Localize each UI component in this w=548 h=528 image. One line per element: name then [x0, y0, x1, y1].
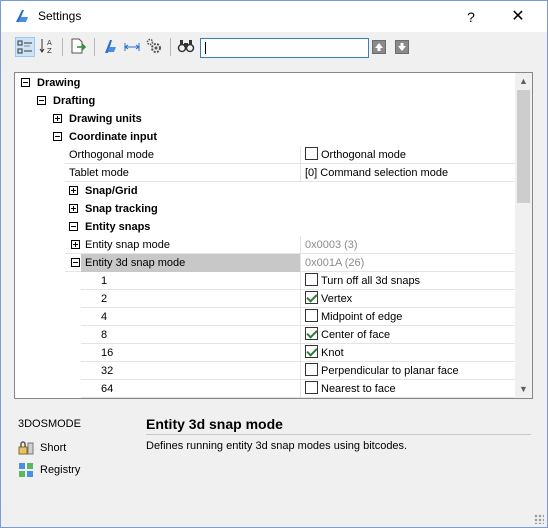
collapse-icon[interactable]	[37, 96, 46, 105]
bit-checkbox-field[interactable]: Turn off all 3d snaps	[305, 272, 420, 290]
bit-value: 4	[101, 311, 108, 323]
alphabetic-view-icon[interactable]: AZ	[38, 37, 58, 57]
bit-label: Nearest to face	[321, 383, 396, 395]
property-orthogonal-mode[interactable]: Orthogonal mode Orthogonal mode	[65, 146, 515, 164]
unchecked-checkbox[interactable]	[305, 381, 318, 394]
search-input[interactable]	[200, 38, 369, 58]
collapse-icon[interactable]	[69, 222, 78, 231]
checked-checkbox[interactable]	[305, 327, 318, 340]
bit-label: Turn off all 3d snaps	[321, 275, 421, 287]
svg-text:Z: Z	[47, 47, 52, 55]
bit-label: Vertex	[321, 293, 353, 305]
bit-label: Knot	[321, 347, 344, 359]
expand-icon[interactable]	[71, 240, 80, 249]
bit-label: Perpendicular to planar face	[321, 365, 459, 377]
unchecked-checkbox[interactable]	[305, 363, 318, 376]
bit-row[interactable]: 8 Center of face	[81, 326, 515, 344]
settings-gear-icon[interactable]	[145, 37, 165, 57]
bit-row[interactable]: 64 Nearest to face	[81, 380, 515, 398]
close-button[interactable]: ✕	[502, 5, 534, 29]
categorized-view-icon[interactable]	[15, 37, 35, 57]
expand-icon[interactable]	[53, 114, 62, 123]
dimension-icon[interactable]	[123, 37, 143, 57]
bit-value: 2	[101, 293, 108, 305]
text-caret	[205, 42, 206, 54]
tree-node-drawing[interactable]: Drawing	[15, 74, 515, 92]
tree-node-drafting[interactable]: Drafting	[15, 92, 515, 110]
tablet-mode-select[interactable]: [0] Command selection mode	[305, 164, 448, 182]
expand-icon[interactable]	[69, 186, 78, 195]
export-icon[interactable]	[69, 37, 89, 57]
bit-checkbox-field[interactable]: Nearest to face	[305, 380, 396, 398]
svg-text:A: A	[47, 39, 52, 47]
tree-node-snap-tracking[interactable]: Snap tracking	[15, 200, 515, 218]
unchecked-checkbox[interactable]	[305, 309, 318, 322]
collapse-icon[interactable]	[71, 258, 80, 267]
bit-checkbox-field[interactable]: Center of face	[305, 326, 390, 344]
info-title: Entity 3d snap mode	[146, 416, 283, 432]
info-divider	[146, 434, 531, 435]
bit-row[interactable]: 2 Vertex	[81, 290, 515, 308]
tree-node-snap-grid[interactable]: Snap/Grid	[15, 182, 515, 200]
short-icon	[18, 441, 34, 455]
bit-checkbox-field[interactable]: Midpoint of edge	[305, 308, 402, 326]
help-button[interactable]: ?	[456, 5, 486, 29]
bit-checkbox-field[interactable]: Vertex	[305, 290, 352, 308]
bit-checkbox-field[interactable]: Knot	[305, 344, 344, 362]
bit-value: 32	[101, 365, 114, 377]
vertical-scrollbar[interactable]: ▲ ▼	[515, 73, 532, 398]
scroll-thumb[interactable]	[517, 90, 530, 203]
bit-value: 16	[101, 347, 114, 359]
bit-label: Midpoint of edge	[321, 311, 403, 323]
checkbox[interactable]	[305, 147, 318, 160]
next-arrow-icon[interactable]	[395, 40, 409, 54]
bit-row[interactable]: 16 Knot	[81, 344, 515, 362]
property-tablet-mode[interactable]: Tablet mode [0] Command selection mode	[65, 164, 515, 182]
bit-value: 1	[101, 275, 108, 287]
window-title: Settings	[38, 9, 82, 23]
tree-node-entity-snaps[interactable]: Entity snaps	[15, 218, 515, 236]
unchecked-checkbox[interactable]	[305, 273, 318, 286]
info-panel: 3DOSMODE Entity 3d snap mode Defines run…	[1, 405, 547, 527]
checked-checkbox[interactable]	[305, 291, 318, 304]
bit-row[interactable]: 1 Turn off all 3d snaps	[81, 272, 515, 290]
bit-value: 8	[101, 329, 108, 341]
collapse-icon[interactable]	[53, 132, 62, 141]
checked-checkbox[interactable]	[305, 345, 318, 358]
previous-arrow-icon[interactable]	[372, 40, 386, 54]
settings-dialog: Settings ? ✕ AZ Drawing Drafting Drawing…	[0, 0, 548, 528]
scroll-up-icon[interactable]: ▲	[515, 73, 532, 90]
bit-row[interactable]: 32 Perpendicular to planar face	[81, 362, 515, 380]
tree-node-coordinate-input[interactable]: Coordinate input	[15, 128, 515, 146]
drawing-variables-icon[interactable]	[101, 37, 121, 57]
resize-grip[interactable]	[534, 514, 544, 524]
toolbar: AZ	[1, 32, 547, 63]
find-icon[interactable]	[177, 37, 197, 57]
variable-name: 3DOSMODE	[18, 418, 81, 430]
orthogonal-mode-checkbox[interactable]: Orthogonal mode	[305, 146, 406, 164]
scroll-down-icon[interactable]: ▼	[515, 381, 532, 398]
tree-node-drawing-units[interactable]: Drawing units	[15, 110, 515, 128]
info-description: Defines running entity 3d snap modes usi…	[146, 440, 408, 452]
settings-tree: Drawing Drafting Drawing units Coordinat…	[14, 72, 533, 399]
title-bar: Settings ? ✕	[1, 1, 547, 32]
bit-row[interactable]: 4 Midpoint of edge	[81, 308, 515, 326]
collapse-icon[interactable]	[21, 78, 30, 87]
property-entity-3d-snap-mode[interactable]: Entity 3d snap mode 0x001A (26)	[65, 254, 515, 272]
bit-value: 64	[101, 383, 114, 395]
registry-icon	[19, 463, 33, 477]
property-entity-snap-mode[interactable]: Entity snap mode 0x0003 (3)	[65, 236, 515, 254]
bit-checkbox-field[interactable]: Perpendicular to planar face	[305, 362, 459, 380]
app-logo-icon	[16, 10, 28, 22]
expand-icon[interactable]	[69, 204, 78, 213]
bit-label: Center of face	[321, 329, 391, 341]
